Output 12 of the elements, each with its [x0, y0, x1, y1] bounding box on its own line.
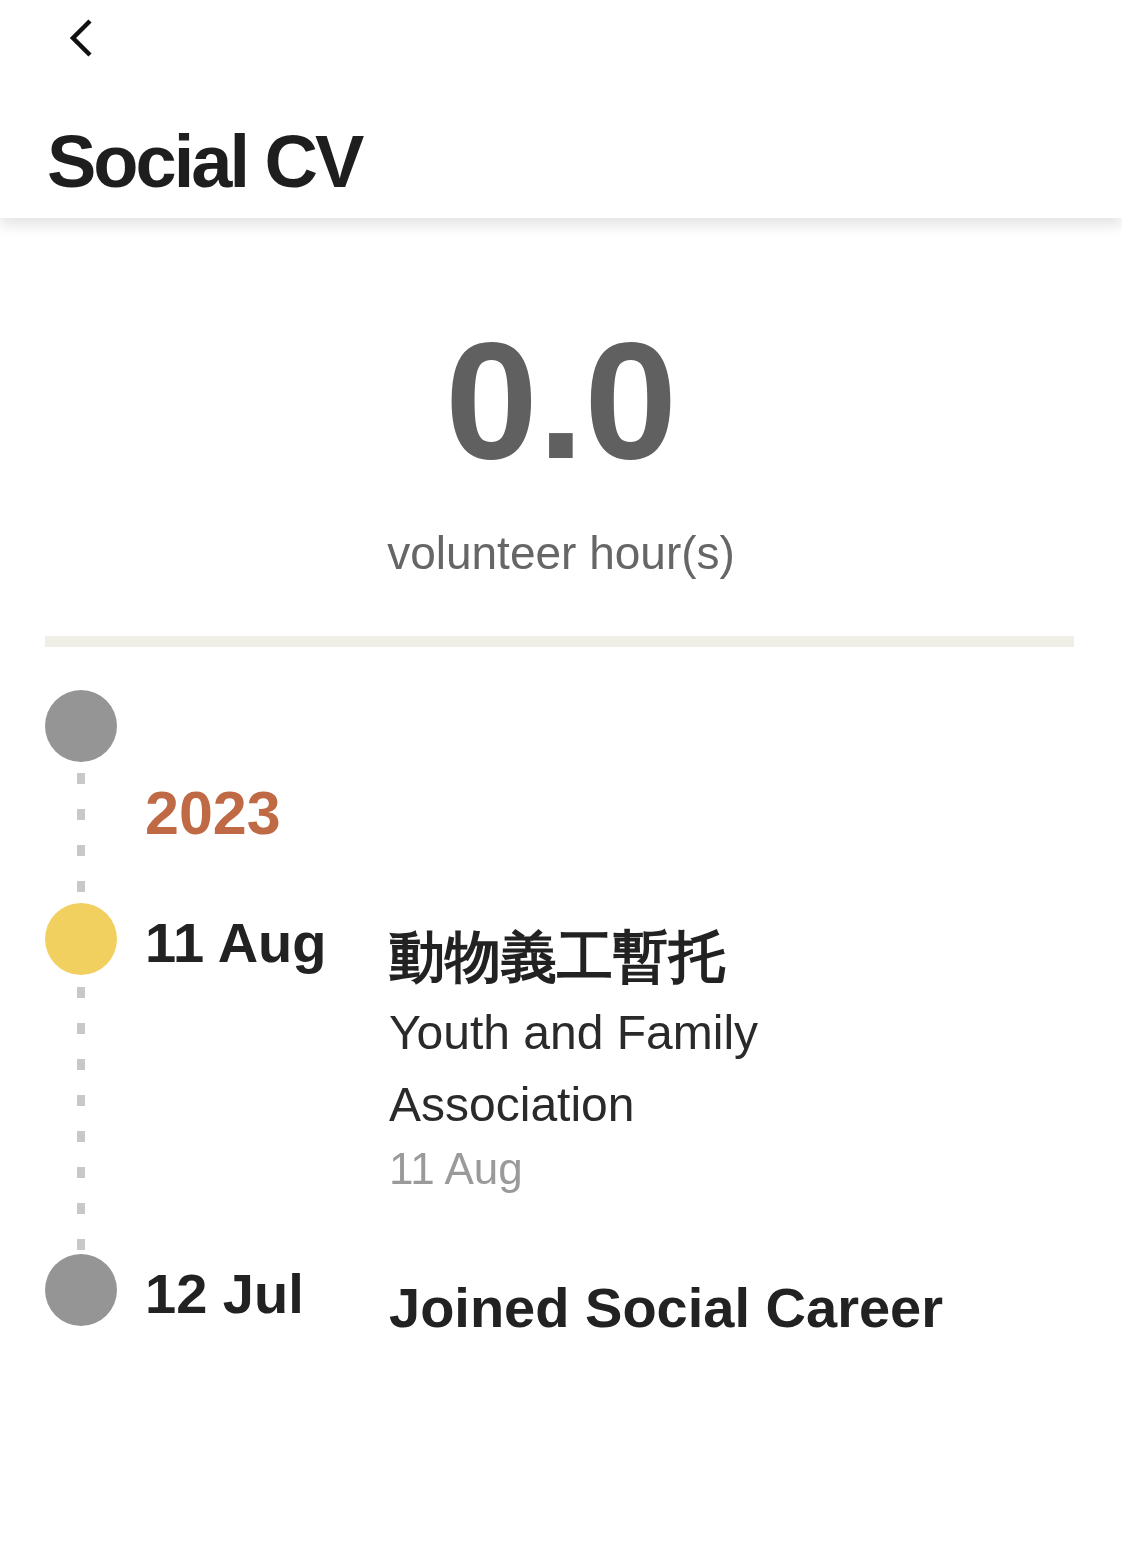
page-title: Social CV	[47, 119, 362, 204]
organization-name: Youth and Family Association	[389, 1005, 760, 1133]
event-title: Joined Social Career	[389, 1275, 943, 1341]
event-date: 12 Jul	[145, 1261, 304, 1327]
back-button[interactable]	[68, 18, 94, 58]
year-heading: 2023	[145, 778, 281, 849]
hours-value: 0.0	[444, 317, 678, 484]
event-time: 11 Aug	[389, 1143, 523, 1195]
event-title: 動物義工暫托	[389, 924, 725, 990]
hours-label: volunteer hour(s)	[387, 526, 735, 581]
event-date: 11 Aug	[145, 910, 327, 976]
back-icon	[68, 18, 94, 58]
